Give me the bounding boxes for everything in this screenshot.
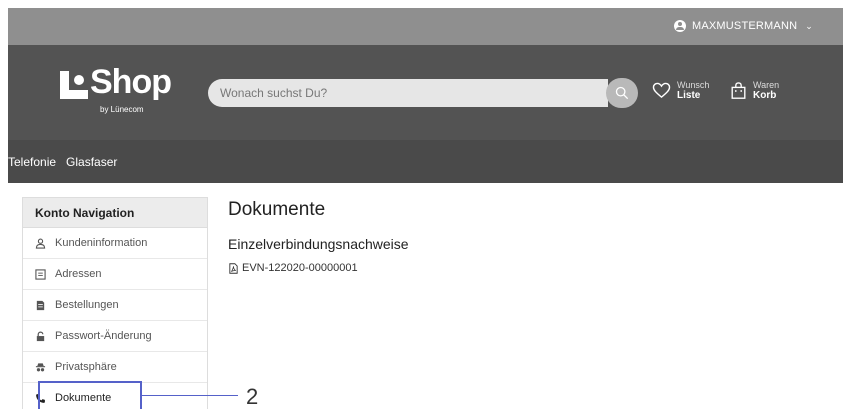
wishlist-link[interactable]: Wunsch Liste [652,80,709,101]
shopping-bag-icon [731,81,746,99]
logo-title: Shop [90,63,172,101]
callout-number: 2 [246,384,259,409]
cart-small-label: Waren [753,80,780,90]
search-icon [615,86,629,100]
nav-item-glasfaser[interactable]: Glasfaser [66,155,117,169]
search-bar [208,78,640,108]
document-link[interactable]: EVN-122020-00000001 [228,262,358,274]
section-title: Einzelverbindungsnachweise [228,236,409,252]
wishlist-big-label: Liste [677,90,701,101]
privacy-icon [35,362,46,371]
cart-big-label: Korb [753,90,777,101]
chevron-down-icon: ⌄ [805,20,813,31]
sidebar-item-passwort[interactable]: Passwort-Änderung [23,321,207,352]
sidebar-item-bestellungen[interactable]: Bestellungen [23,290,207,321]
lock-icon [36,331,45,341]
top-bar: MAXMUSTERMANN ⌄ [8,8,843,45]
pdf-icon [229,262,238,274]
user-icon [35,238,46,249]
document-icon [36,300,45,310]
logo-subtitle: by Lünecom [100,105,144,114]
user-menu-label: MAXMUSTERMANN [691,20,798,32]
user-menu[interactable]: MAXMUSTERMANN ⌄ [673,20,813,32]
search-input[interactable] [208,79,608,107]
main-nav: Telefonie Glasfaser [8,140,843,183]
wishlist-small-label: Wunsch [677,80,710,90]
search-button[interactable] [606,78,638,108]
sidebar-item-adressen[interactable]: Adressen [23,259,207,290]
sidebar-item-label: Bestellungen [55,299,119,311]
sidebar-item-label: Kundeninformation [55,237,148,249]
sidebar-title: Konto Navigation [23,198,207,228]
sidebar-item-label: Adressen [55,268,102,280]
address-card-icon [35,268,46,280]
nav-item-telefonie[interactable]: Telefonie [8,155,56,169]
sidebar-item-label: Passwort-Änderung [55,330,152,342]
sidebar-item-privatsphaere[interactable]: Privatsphäre [23,352,207,383]
page-title: Dokumente [228,199,326,220]
heart-icon [652,82,671,99]
cart-link[interactable]: Waren Korb [730,80,779,101]
header: Shop by Lünecom Wunsch Liste Waren [8,45,843,140]
document-link-label: EVN-122020-00000001 [242,262,358,274]
callout-line [142,395,238,396]
sidebar-item-kundeninformation[interactable]: Kundeninformation [23,228,207,259]
shop-logo[interactable]: Shop by Lünecom [60,63,200,121]
highlight-box [38,381,142,409]
logo-mark-icon [60,71,88,99]
account-navigation: Konto Navigation Kundeninformation Adres… [22,197,208,409]
user-circle-icon [673,20,686,32]
sidebar-item-label: Privatsphäre [55,361,117,373]
